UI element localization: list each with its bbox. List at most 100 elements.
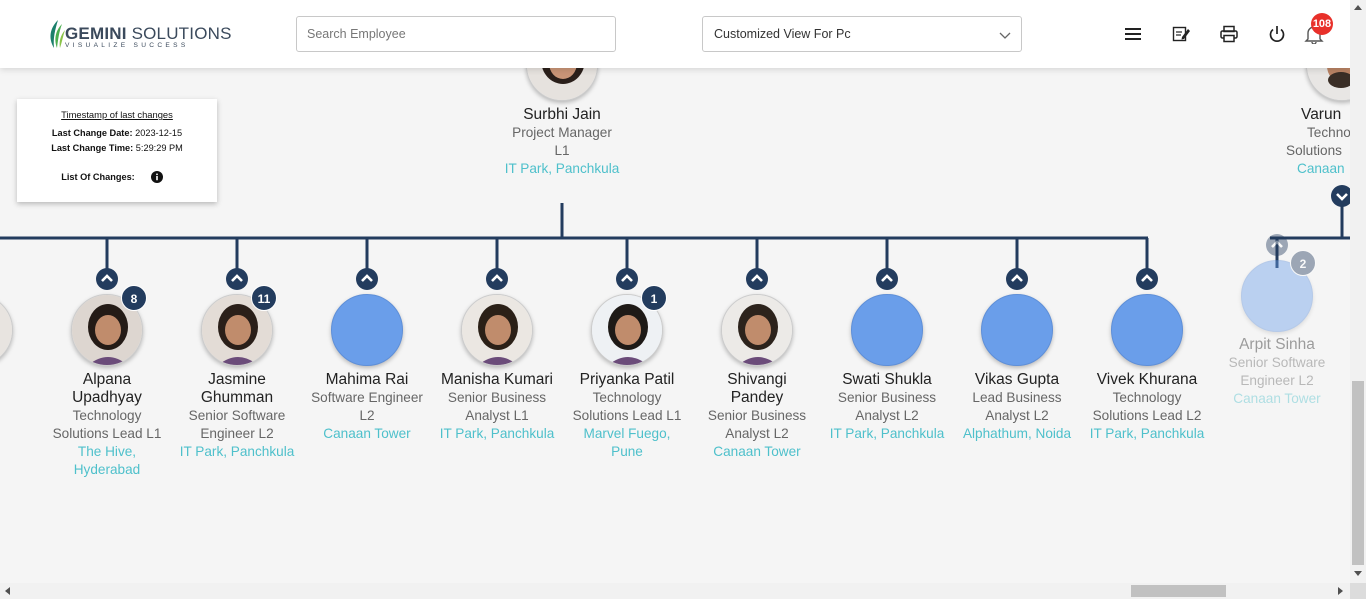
- chevron-up-icon: [881, 274, 893, 282]
- manager-card[interactable]: Surbhi Jain Project Manager L1 IT Park, …: [492, 106, 632, 178]
- org-connectors: [0, 203, 1350, 272]
- logo-brand-bold: GEMINI: [65, 24, 127, 43]
- report-1-role-line: Technology: [72, 408, 142, 423]
- expand-toggle-report-9[interactable]: [1136, 268, 1158, 290]
- person-photo-icon: [722, 295, 792, 365]
- report-6-role-line: Senior Business: [707, 408, 807, 423]
- report-4-card[interactable]: Manisha Kumari Senior Business Analyst L1 I…: [427, 371, 567, 443]
- peer-name: Varun: [1301, 106, 1342, 123]
- report-1-name-line: Upadhyay: [72, 389, 142, 406]
- expand-toggle-report-5[interactable]: [616, 268, 638, 290]
- report-1-count-badge: 8: [121, 285, 147, 311]
- report-7-role-line: Senior Business: [837, 390, 937, 405]
- report-4-role-line: Senior Business: [447, 390, 547, 405]
- arpit-role-2: Engineer L2: [1240, 373, 1314, 388]
- report-5-role-line: Solutions Lead L1: [572, 408, 682, 423]
- report-7-avatar[interactable]: [851, 294, 923, 366]
- horizontal-scrollbar-thumb[interactable]: [1131, 585, 1226, 597]
- expand-toggle-report-4[interactable]: [486, 268, 508, 290]
- report-6-name-line: Shivangi: [727, 371, 787, 388]
- arpit-role-1: Senior Software: [1228, 355, 1326, 370]
- report-2-card[interactable]: Jasmine Ghumman Senior Software Engineer L2…: [167, 371, 307, 461]
- report-6-card[interactable]: Shivangi Pandey Senior Business Analyst L2 C…: [687, 371, 827, 461]
- org-chart-viewport[interactable]: Surbhi Jain Project Manager L1 IT Park, …: [0, 0, 1350, 583]
- chevron-down-icon: [999, 32, 1011, 39]
- view-select[interactable]: Customized View For Pc: [702, 16, 1022, 52]
- scroll-left-arrow-icon[interactable]: [4, 587, 10, 595]
- manager-name: Surbhi Jain: [523, 106, 601, 123]
- company-logo[interactable]: GEMINI SOLUTIONS VISUALIZE SUCCESS: [46, 18, 231, 52]
- report-5-role-line: Technology: [592, 390, 662, 405]
- expand-toggle-arpit[interactable]: [1266, 234, 1288, 256]
- last-change-time-row: Last Change Time: 5:29:29 PM: [17, 143, 217, 153]
- last-change-date-label: Last Change Date:: [51, 128, 133, 138]
- report-1-card[interactable]: Alpana Upadhyay Technology Solutions Lead L…: [37, 371, 177, 479]
- scroll-down-arrow-icon[interactable]: [1354, 571, 1362, 577]
- report-9-avatar[interactable]: [1111, 294, 1183, 366]
- notification-count-badge[interactable]: 108: [1311, 13, 1333, 35]
- peer-role-line2: Solutions: [1286, 143, 1342, 158]
- vertical-scrollbar-thumb[interactable]: [1352, 381, 1364, 565]
- expand-toggle-report-7[interactable]: [876, 268, 898, 290]
- report-6-location-line: Canaan Tower: [713, 444, 801, 459]
- report-6-role-line: Analyst L2: [725, 426, 789, 441]
- last-change-time-value: 5:29:29 PM: [135, 143, 183, 153]
- chevron-up-icon: [1011, 274, 1023, 282]
- expand-toggle-report-8[interactable]: [1006, 268, 1028, 290]
- report-8-location-line: Alphathum, Noida: [962, 426, 1072, 441]
- chevron-up-icon: [361, 274, 373, 282]
- report-5-location-line: Marvel Fuego,: [583, 426, 671, 441]
- report-5-name-line: Priyanka Patil: [579, 371, 675, 388]
- expand-toggle-report-1[interactable]: [96, 268, 118, 290]
- manager-role: Project Manager: [512, 125, 612, 140]
- report-5-location-line: Pune: [611, 444, 643, 459]
- print-icon[interactable]: [1219, 24, 1239, 44]
- chevron-up-icon: [751, 274, 763, 282]
- chevron-up-icon: [1141, 274, 1153, 282]
- report-9-card[interactable]: Vivek Khurana Technology Solutions Lead L2…: [1077, 371, 1217, 443]
- change-panel-title: Timestamp of last changes: [61, 109, 173, 120]
- report-9-location-line: IT Park, Panchkula: [1089, 426, 1205, 441]
- peer-card[interactable]: Varun Techno Solutions Canaan: [1270, 106, 1350, 178]
- leaf-logo-icon: [50, 20, 65, 48]
- last-change-time-label: Last Change Time:: [51, 143, 134, 153]
- report-4-avatar[interactable]: [461, 294, 533, 366]
- last-change-date-value: 2023-12-15: [135, 128, 183, 138]
- peer-location: Canaan: [1297, 161, 1345, 176]
- report-3-location-line: Canaan Tower: [323, 426, 411, 441]
- power-icon[interactable]: [1267, 24, 1287, 44]
- report-2-name-line: Ghumman: [200, 389, 274, 406]
- collapse-toggle-peer[interactable]: [1331, 185, 1350, 207]
- report-1-role-line: Solutions Lead L1: [52, 426, 162, 441]
- search-employee-input[interactable]: [296, 16, 616, 52]
- report-7-role-line: Analyst L2: [855, 408, 919, 423]
- menu-icon[interactable]: [1123, 24, 1143, 44]
- report-5-card[interactable]: Priyanka Patil Technology Solutions Lead L…: [557, 371, 697, 461]
- edit-document-icon[interactable]: [1171, 24, 1191, 44]
- info-icon[interactable]: [151, 171, 163, 185]
- report-1-name-line: Alpana: [82, 371, 132, 388]
- arpit-count-badge: 2: [1290, 250, 1316, 276]
- expand-toggle-report-6[interactable]: [746, 268, 768, 290]
- report-3-card[interactable]: Mahima Rai Software Engineer L2 Canaan Towe…: [297, 371, 437, 443]
- report-2-name-line: Jasmine: [208, 371, 266, 388]
- arpit-name: Arpit Sinha: [1239, 336, 1315, 353]
- scroll-up-arrow-icon[interactable]: [1354, 4, 1362, 10]
- app-header: GEMINI SOLUTIONS VISUALIZE SUCCESS Custo…: [0, 0, 1350, 68]
- arpit-location: Canaan Tower: [1233, 391, 1321, 406]
- logo-tagline: VISUALIZE SUCCESS: [65, 42, 189, 49]
- report-3-avatar[interactable]: [331, 294, 403, 366]
- report-8-role-line: Analyst L2: [985, 408, 1049, 423]
- expand-toggle-report-3[interactable]: [356, 268, 378, 290]
- report-8-name-line: Vikas Gupta: [974, 371, 1060, 388]
- change-timestamp-panel: Timestamp of last changes Last Change Da…: [17, 99, 217, 202]
- person-photo-icon: [462, 295, 532, 365]
- report-8-card[interactable]: Vikas Gupta Lead Business Analyst L2 Alphat…: [947, 371, 1087, 443]
- report-8-avatar[interactable]: [981, 294, 1053, 366]
- report-1-location-line: The Hive,: [77, 444, 137, 459]
- expand-toggle-report-2[interactable]: [226, 268, 248, 290]
- report-4-role-line: Analyst L1: [465, 408, 529, 423]
- report-7-card[interactable]: Swati Shukla Senior Business Analyst L2 IT …: [817, 371, 957, 443]
- scroll-right-arrow-icon[interactable]: [1338, 587, 1344, 595]
- report-6-avatar[interactable]: [721, 294, 793, 366]
